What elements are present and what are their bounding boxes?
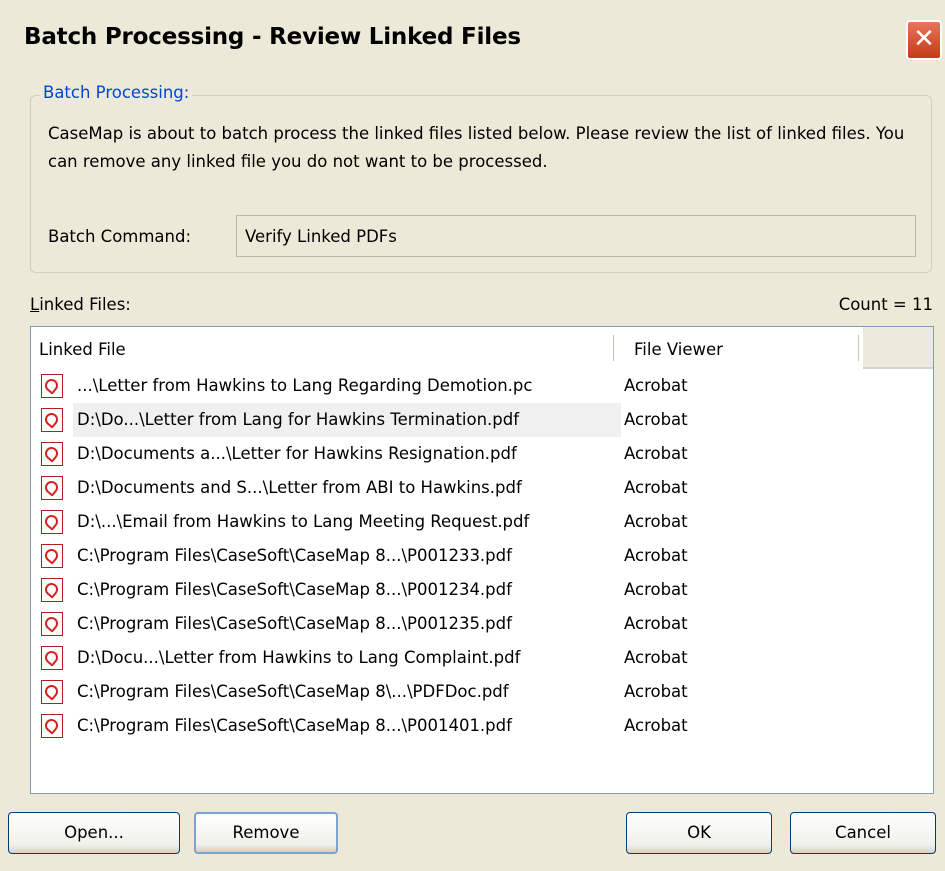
table-row[interactable]: C:\Program Files\CaseSoft\CaseMap 8...\P… — [37, 573, 927, 607]
linked-file-path: C:\Program Files\CaseSoft\CaseMap 8...\P… — [77, 580, 512, 599]
table-row[interactable]: C:\Program Files\CaseSoft\CaseMap 8...\P… — [37, 539, 927, 573]
table-row[interactable]: D:\...\Email from Hawkins to Lang Meetin… — [37, 505, 927, 539]
pdf-file-icon — [41, 408, 63, 432]
column-header-linked-file[interactable]: Linked File — [39, 340, 126, 359]
table-row[interactable]: D:\Documents a...\Letter for Hawkins Res… — [37, 437, 927, 471]
linked-file-path: C:\Program Files\CaseSoft\CaseMap 8...\P… — [77, 546, 512, 565]
title-bar: Batch Processing - Review Linked Files ✕ — [0, 0, 945, 78]
table-row[interactable]: C:\Program Files\CaseSoft\CaseMap 8\...\… — [37, 675, 927, 709]
pdf-file-icon — [41, 714, 63, 738]
linked-file-path: D:\Docu...\Letter from Hawkins to Lang C… — [77, 648, 521, 667]
linked-file-path: D:\...\Email from Hawkins to Lang Meetin… — [77, 512, 530, 531]
pdf-file-icon — [41, 544, 63, 568]
pdf-file-icon — [41, 476, 63, 500]
linked-file-path: C:\Program Files\CaseSoft\CaseMap 8...\P… — [77, 716, 512, 735]
linked-file-path: D:\Documents a...\Letter for Hawkins Res… — [77, 444, 517, 463]
table-row[interactable]: D:\Do...\Letter from Lang for Hawkins Te… — [37, 403, 927, 437]
file-viewer-value: Acrobat — [624, 580, 688, 599]
table-row[interactable]: D:\Docu...\Letter from Hawkins to Lang C… — [37, 641, 927, 675]
open-button[interactable]: Open... — [8, 812, 180, 854]
file-viewer-value: Acrobat — [624, 410, 688, 429]
list-header: Linked File File Viewer — [31, 327, 933, 369]
group-legend: Batch Processing: — [40, 83, 193, 102]
batch-command-field: Verify Linked PDFs — [236, 215, 916, 257]
window-title: Batch Processing - Review Linked Files — [24, 24, 521, 50]
linked-files-label-text: inked Files: — [39, 295, 131, 314]
file-viewer-value: Acrobat — [624, 512, 688, 531]
ok-button[interactable]: OK — [626, 812, 772, 854]
header-filler — [863, 327, 933, 369]
file-viewer-value: Acrobat — [624, 376, 688, 395]
column-divider[interactable] — [613, 335, 614, 361]
close-button[interactable]: ✕ — [906, 20, 942, 60]
pdf-file-icon — [41, 680, 63, 704]
linked-files-list[interactable]: Linked File File Viewer ...\Letter from … — [30, 326, 934, 794]
column-divider[interactable] — [858, 335, 859, 361]
linked-file-path: ...\Letter from Hawkins to Lang Regardin… — [77, 376, 533, 395]
file-viewer-value: Acrobat — [624, 478, 688, 497]
linked-file-path: C:\Program Files\CaseSoft\CaseMap 8...\P… — [77, 614, 512, 633]
pdf-file-icon — [41, 612, 63, 636]
table-row[interactable]: C:\Program Files\CaseSoft\CaseMap 8...\P… — [37, 709, 927, 743]
pdf-file-icon — [41, 442, 63, 466]
batch-command-label: Batch Command: — [48, 227, 192, 246]
pdf-file-icon — [41, 646, 63, 670]
linked-file-path: D:\Do...\Letter from Lang for Hawkins Te… — [77, 410, 520, 429]
file-viewer-value: Acrobat — [624, 546, 688, 565]
linked-files-label: Linked Files: — [30, 295, 131, 314]
remove-button[interactable]: Remove — [194, 812, 338, 854]
accelerator-letter: L — [30, 295, 40, 314]
file-viewer-value: Acrobat — [624, 614, 688, 633]
table-row[interactable]: C:\Program Files\CaseSoft\CaseMap 8...\P… — [37, 607, 927, 641]
description-text: CaseMap is about to batch process the li… — [48, 124, 905, 171]
count-label: Count = 11 — [838, 295, 933, 314]
linked-file-path: D:\Documents and S...\Letter from ABI to… — [77, 478, 522, 497]
column-header-file-viewer[interactable]: File Viewer — [634, 340, 723, 359]
table-row[interactable]: ...\Letter from Hawkins to Lang Regardin… — [37, 369, 927, 403]
file-viewer-value: Acrobat — [624, 444, 688, 463]
pdf-file-icon — [41, 578, 63, 602]
file-viewer-value: Acrobat — [624, 716, 688, 735]
table-row[interactable]: D:\Documents and S...\Letter from ABI to… — [37, 471, 927, 505]
pdf-file-icon — [41, 374, 63, 398]
pdf-file-icon — [41, 510, 63, 534]
cancel-button[interactable]: Cancel — [790, 812, 936, 854]
linked-file-path: C:\Program Files\CaseSoft\CaseMap 8\...\… — [77, 682, 509, 701]
file-viewer-value: Acrobat — [624, 682, 688, 701]
file-viewer-value: Acrobat — [624, 648, 688, 667]
